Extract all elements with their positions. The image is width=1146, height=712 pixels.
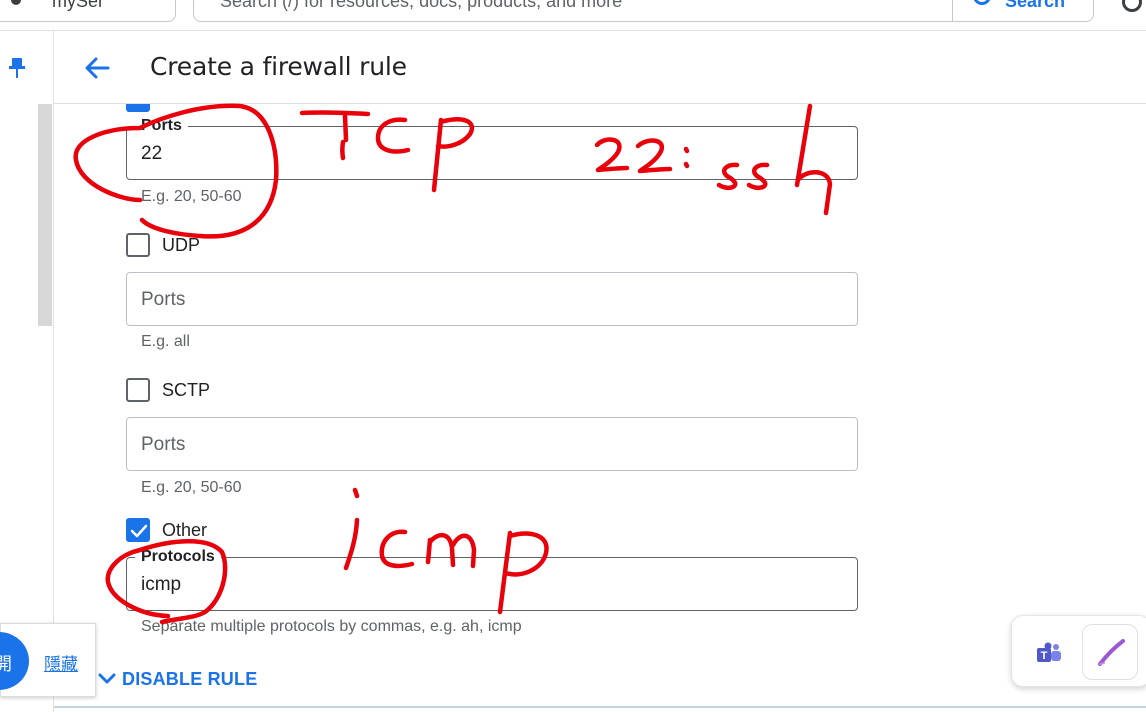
pin-icon[interactable]	[9, 57, 25, 79]
search-button[interactable]: Search	[952, 0, 1093, 21]
tcp-checkbox[interactable]	[126, 104, 150, 112]
other-checkbox[interactable]	[126, 518, 150, 542]
rail-scrollbar[interactable]	[38, 104, 52, 326]
tcp-ports-label: Ports	[135, 117, 188, 135]
project-selector[interactable]: mySer	[0, 0, 176, 22]
account-icon[interactable]	[1122, 0, 1142, 12]
udp-label: UDP	[162, 234, 201, 255]
open-button-label: 開	[0, 654, 12, 674]
protocols-value: icmp	[141, 574, 182, 595]
svg-text:T: T	[1041, 650, 1048, 662]
search-input[interactable]: Search (/) for resources, docs, products…	[193, 0, 1094, 22]
protocols-label: Protocols	[135, 548, 221, 566]
left-rail	[0, 31, 54, 712]
sctp-ports-field[interactable]: Ports	[126, 417, 858, 471]
udp-ports-hint: E.g. all	[141, 333, 190, 350]
protocols-field[interactable]: Protocols icmp	[126, 548, 858, 611]
page-title: Create a firewall rule	[150, 52, 407, 81]
other-label: Other	[162, 519, 208, 540]
project-icon	[11, 0, 21, 5]
chevron-down-icon	[98, 673, 116, 684]
page-header: Create a firewall rule	[54, 31, 1146, 104]
sctp-ports-placeholder: Ports	[141, 434, 186, 455]
bottom-divider	[54, 706, 1146, 708]
search-icon	[973, 0, 991, 5]
disable-rule-label: DISABLE RULE	[122, 668, 258, 689]
hide-link[interactable]: 隱藏	[44, 650, 78, 675]
protocols-hint: Separate multiple protocols by commas, e…	[141, 618, 522, 635]
udp-checkbox-row[interactable]: UDP	[126, 232, 200, 258]
pen-tool-button[interactable]	[1082, 624, 1138, 680]
other-checkbox-row[interactable]: Other	[126, 517, 207, 543]
app-root: mySer Search (/) for resources, docs, pr…	[0, 0, 1146, 712]
disable-rule-toggle[interactable]: DISABLE RULE	[96, 668, 257, 690]
teams-icon[interactable]: T	[1036, 642, 1062, 664]
sctp-ports-hint: E.g. 20, 50-60	[141, 479, 242, 496]
sctp-label: SCTP	[162, 379, 211, 400]
project-name: mySer	[52, 0, 105, 11]
tcp-ports-field[interactable]: Ports 22	[126, 117, 858, 180]
search-placeholder: Search (/) for resources, docs, products…	[220, 0, 623, 11]
tcp-ports-value: 22	[141, 143, 163, 164]
pen-icon	[1098, 639, 1125, 666]
back-arrow-icon[interactable]	[82, 53, 112, 83]
sctp-checkbox-row[interactable]: SCTP	[126, 377, 210, 403]
sctp-checkbox[interactable]	[126, 378, 150, 402]
search-button-label: Search	[1005, 0, 1066, 11]
app-launcher-widget: T	[1011, 615, 1146, 687]
hide-popup: 開 隱藏	[0, 623, 96, 697]
top-bar: mySer Search (/) for resources, docs, pr…	[0, 0, 1146, 31]
udp-ports-placeholder: Ports	[141, 289, 186, 310]
udp-ports-field[interactable]: Ports	[126, 272, 858, 326]
tcp-ports-hint: E.g. 20, 50-60	[141, 188, 242, 205]
checkmark-icon	[130, 524, 148, 538]
udp-checkbox[interactable]	[126, 233, 150, 257]
